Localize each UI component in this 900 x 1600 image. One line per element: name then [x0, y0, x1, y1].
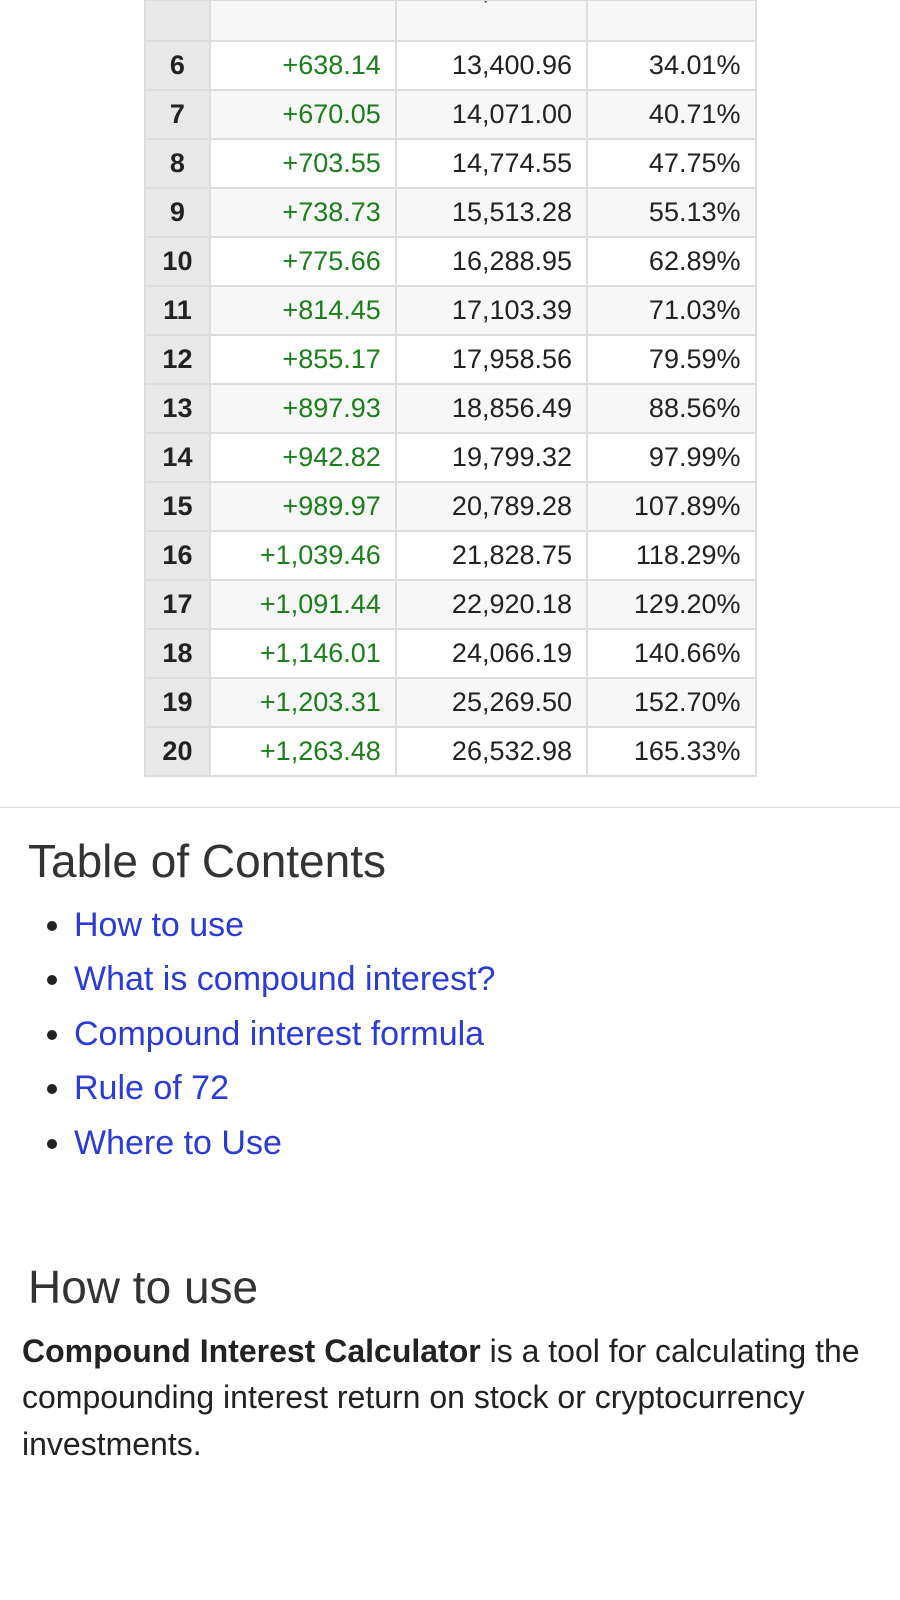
year-cell: 6 — [145, 41, 211, 90]
toc-list: How to use What is compound interest? Comp… — [50, 898, 870, 1170]
gain-cell: +897.93 — [210, 384, 395, 433]
table-row: 19+1,203.3125,269.50152.70% — [145, 678, 756, 727]
roi-cell: 40.71% — [587, 90, 755, 139]
gain-cell: +1,146.01 — [210, 629, 395, 678]
total-cell: 24,066.19 — [396, 629, 587, 678]
table-row: 10+775.6616,288.9562.89% — [145, 237, 756, 286]
roi-cell: 47.75% — [587, 139, 755, 188]
total-cell: 14,071.00 — [396, 90, 587, 139]
year-cell: 15 — [145, 482, 211, 531]
gain-cell: +1,203.31 — [210, 678, 395, 727]
total-cell: 13,400.96 — [396, 41, 587, 90]
gain-cell: +638.14 — [210, 41, 395, 90]
table-row: 14+942.8219,799.3297.99% — [145, 433, 756, 482]
year-cell: 18 — [145, 629, 211, 678]
toc-item: What is compound interest? — [74, 952, 870, 1006]
year-cell: 14 — [145, 433, 211, 482]
total-cell: 12,762.82 — [396, 1, 587, 41]
gain-cell: +738.73 — [210, 188, 395, 237]
roi-cell: 107.89% — [587, 482, 755, 531]
table-row: 20+1,263.4826,532.98165.33% — [145, 727, 756, 776]
table-row: 8+703.5514,774.5547.75% — [145, 139, 756, 188]
table-row: 9+738.7315,513.2855.13% — [145, 188, 756, 237]
total-cell: 19,799.32 — [396, 433, 587, 482]
total-cell: 21,828.75 — [396, 531, 587, 580]
year-cell: 9 — [145, 188, 211, 237]
year-cell: 16 — [145, 531, 211, 580]
roi-cell: 152.70% — [587, 678, 755, 727]
howto-heading: How to use — [28, 1260, 870, 1314]
roi-cell: 129.20% — [587, 580, 755, 629]
roi-cell: 55.13% — [587, 188, 755, 237]
table-row: 15+989.9720,789.28107.89% — [145, 482, 756, 531]
table-row: 12+855.1717,958.5679.59% — [145, 335, 756, 384]
gain-cell: +775.66 — [210, 237, 395, 286]
gain-cell: +942.82 — [210, 433, 395, 482]
toc-link[interactable]: How to use — [74, 906, 244, 944]
results-table: 5+607.7512,762.8227.63%6+638.1413,400.96… — [144, 0, 757, 777]
total-cell: 26,532.98 — [396, 727, 587, 776]
section-divider — [0, 807, 900, 808]
toc-link[interactable]: What is compound interest? — [74, 960, 495, 998]
total-cell: 16,288.95 — [396, 237, 587, 286]
total-cell: 14,774.55 — [396, 139, 587, 188]
roi-cell: 79.59% — [587, 335, 755, 384]
gain-cell: +670.05 — [210, 90, 395, 139]
gain-cell: +1,039.46 — [210, 531, 395, 580]
total-cell: 18,856.49 — [396, 384, 587, 433]
roi-cell: 71.03% — [587, 286, 755, 335]
roi-cell: 27.63% — [587, 1, 755, 41]
total-cell: 25,269.50 — [396, 678, 587, 727]
howto-paragraph: Compound Interest Calculator is a tool f… — [22, 1328, 870, 1467]
year-cell: 19 — [145, 678, 211, 727]
total-cell: 17,958.56 — [396, 335, 587, 384]
toc-heading: Table of Contents — [28, 834, 870, 888]
gain-cell: +989.97 — [210, 482, 395, 531]
toc-link[interactable]: Rule of 72 — [74, 1069, 229, 1107]
year-cell: 20 — [145, 727, 211, 776]
gain-cell: +1,263.48 — [210, 727, 395, 776]
total-cell: 22,920.18 — [396, 580, 587, 629]
year-cell: 11 — [145, 286, 211, 335]
roi-cell: 62.89% — [587, 237, 755, 286]
year-cell: 12 — [145, 335, 211, 384]
total-cell: 20,789.28 — [396, 482, 587, 531]
toc-link[interactable]: Compound interest formula — [74, 1015, 484, 1053]
roi-cell: 88.56% — [587, 384, 755, 433]
year-cell: 7 — [145, 90, 211, 139]
roi-cell: 97.99% — [587, 433, 755, 482]
howto-lead-bold: Compound Interest Calculator — [22, 1333, 481, 1369]
table-row: 7+670.0514,071.0040.71% — [145, 90, 756, 139]
roi-cell: 140.66% — [587, 629, 755, 678]
table-row: 5+607.7512,762.8227.63% — [145, 1, 756, 41]
table-row: 11+814.4517,103.3971.03% — [145, 286, 756, 335]
content-area: Table of Contents How to use What is comp… — [0, 834, 900, 1507]
roi-cell: 118.29% — [587, 531, 755, 580]
year-cell: 5 — [145, 1, 211, 41]
toc-item: How to use — [74, 898, 870, 952]
table-row: 16+1,039.4621,828.75118.29% — [145, 531, 756, 580]
year-cell: 10 — [145, 237, 211, 286]
results-table-wrap: 5+607.7512,762.8227.63%6+638.1413,400.96… — [0, 0, 900, 807]
table-row: 6+638.1413,400.9634.01% — [145, 41, 756, 90]
toc-link[interactable]: Where to Use — [74, 1124, 282, 1162]
roi-cell: 165.33% — [587, 727, 755, 776]
gain-cell: +607.75 — [210, 1, 395, 41]
roi-cell: 34.01% — [587, 41, 755, 90]
toc-item: Compound interest formula — [74, 1007, 870, 1061]
gain-cell: +814.45 — [210, 286, 395, 335]
year-cell: 8 — [145, 139, 211, 188]
total-cell: 17,103.39 — [396, 286, 587, 335]
year-cell: 17 — [145, 580, 211, 629]
gain-cell: +855.17 — [210, 335, 395, 384]
table-row: 17+1,091.4422,920.18129.20% — [145, 580, 756, 629]
gain-cell: +1,091.44 — [210, 580, 395, 629]
total-cell: 15,513.28 — [396, 188, 587, 237]
year-cell: 13 — [145, 384, 211, 433]
table-row: 18+1,146.0124,066.19140.66% — [145, 629, 756, 678]
gain-cell: +703.55 — [210, 139, 395, 188]
table-row: 13+897.9318,856.4988.56% — [145, 384, 756, 433]
toc-item: Rule of 72 — [74, 1061, 870, 1115]
toc-item: Where to Use — [74, 1116, 870, 1170]
